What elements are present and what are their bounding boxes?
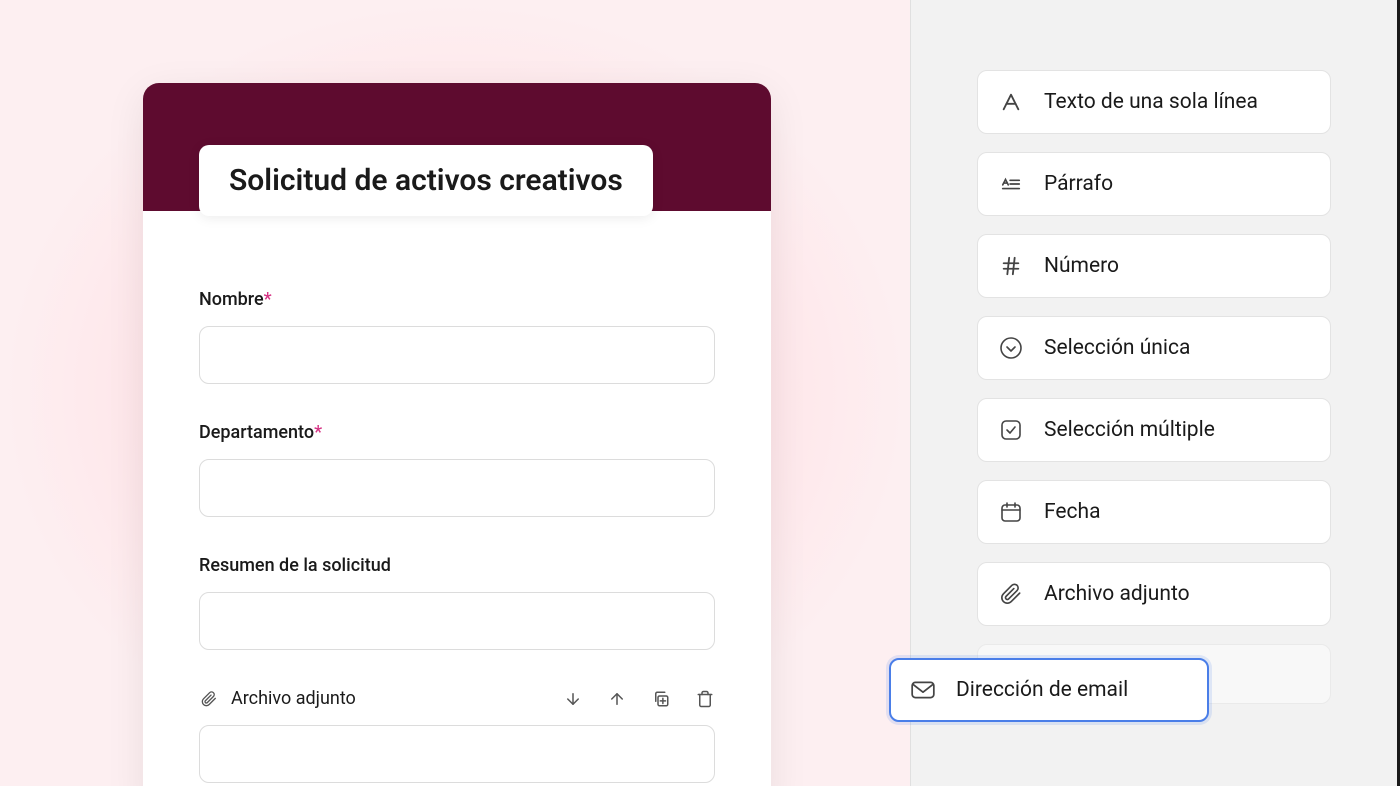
nombre-input[interactable]	[199, 326, 715, 384]
multi-select-icon	[998, 417, 1024, 443]
field-type-label: Selección única	[1044, 336, 1190, 360]
single-select-icon	[998, 335, 1024, 361]
field-type-paragraph[interactable]: Párrafo	[977, 152, 1331, 216]
attachment-label: Archivo adjunto	[231, 688, 356, 709]
arrow-up-icon[interactable]	[607, 689, 627, 709]
trash-icon[interactable]	[695, 689, 715, 709]
field-type-label: Número	[1044, 254, 1119, 278]
field-type-label: Párrafo	[1044, 172, 1113, 196]
form-field-resumen[interactable]: Resumen de la solicitud	[199, 555, 715, 650]
text-icon	[998, 89, 1024, 115]
field-type-number[interactable]: Número	[977, 234, 1331, 298]
form-field-departamento[interactable]: Departamento*	[199, 422, 715, 517]
field-type-label: Fecha	[1044, 500, 1101, 524]
field-label: Departamento*	[199, 422, 715, 443]
form-card: Solicitud de activos creativos Nombre* D…	[143, 83, 771, 786]
email-icon	[910, 677, 936, 703]
field-type-attachment[interactable]: Archivo adjunto	[977, 562, 1331, 626]
arrow-down-icon[interactable]	[563, 689, 583, 709]
form-preview-panel: Solicitud de activos creativos Nombre* D…	[0, 0, 910, 786]
field-type-label: Texto de una sola línea	[1044, 90, 1258, 114]
form-title: Solicitud de activos creativos	[229, 163, 623, 198]
field-type-label: Dirección de email	[956, 678, 1128, 702]
required-indicator: *	[264, 289, 272, 310]
duplicate-icon[interactable]	[651, 689, 671, 709]
field-label: Nombre*	[199, 289, 715, 310]
date-icon	[998, 499, 1024, 525]
field-type-single-line-text[interactable]: Texto de una sola línea	[977, 70, 1331, 134]
number-icon	[998, 253, 1024, 279]
form-field-nombre[interactable]: Nombre*	[199, 289, 715, 384]
field-types-panel: Texto de una sola línea Párrafo Número S…	[910, 0, 1400, 786]
field-type-email[interactable]: Dirección de email	[889, 658, 1209, 722]
field-label: Resumen de la solicitud	[199, 555, 715, 576]
paragraph-icon	[998, 171, 1024, 197]
departamento-input[interactable]	[199, 459, 715, 517]
attachment-icon	[199, 689, 219, 709]
form-title-box[interactable]: Solicitud de activos creativos	[199, 145, 653, 216]
form-header: Solicitud de activos creativos	[143, 83, 771, 211]
attachment-input[interactable]	[199, 725, 715, 783]
attachment-icon	[998, 581, 1024, 607]
field-type-multi-select[interactable]: Selección múltiple	[977, 398, 1331, 462]
field-type-date[interactable]: Fecha	[977, 480, 1331, 544]
resumen-input[interactable]	[199, 592, 715, 650]
form-field-attachment[interactable]: Archivo adjunto	[199, 688, 715, 783]
required-indicator: *	[314, 422, 322, 443]
field-type-single-select[interactable]: Selección única	[977, 316, 1331, 380]
form-body: Nombre* Departamento* Resumen de la soli…	[143, 211, 771, 786]
field-type-label: Archivo adjunto	[1044, 582, 1190, 606]
field-type-label: Selección múltiple	[1044, 418, 1215, 442]
